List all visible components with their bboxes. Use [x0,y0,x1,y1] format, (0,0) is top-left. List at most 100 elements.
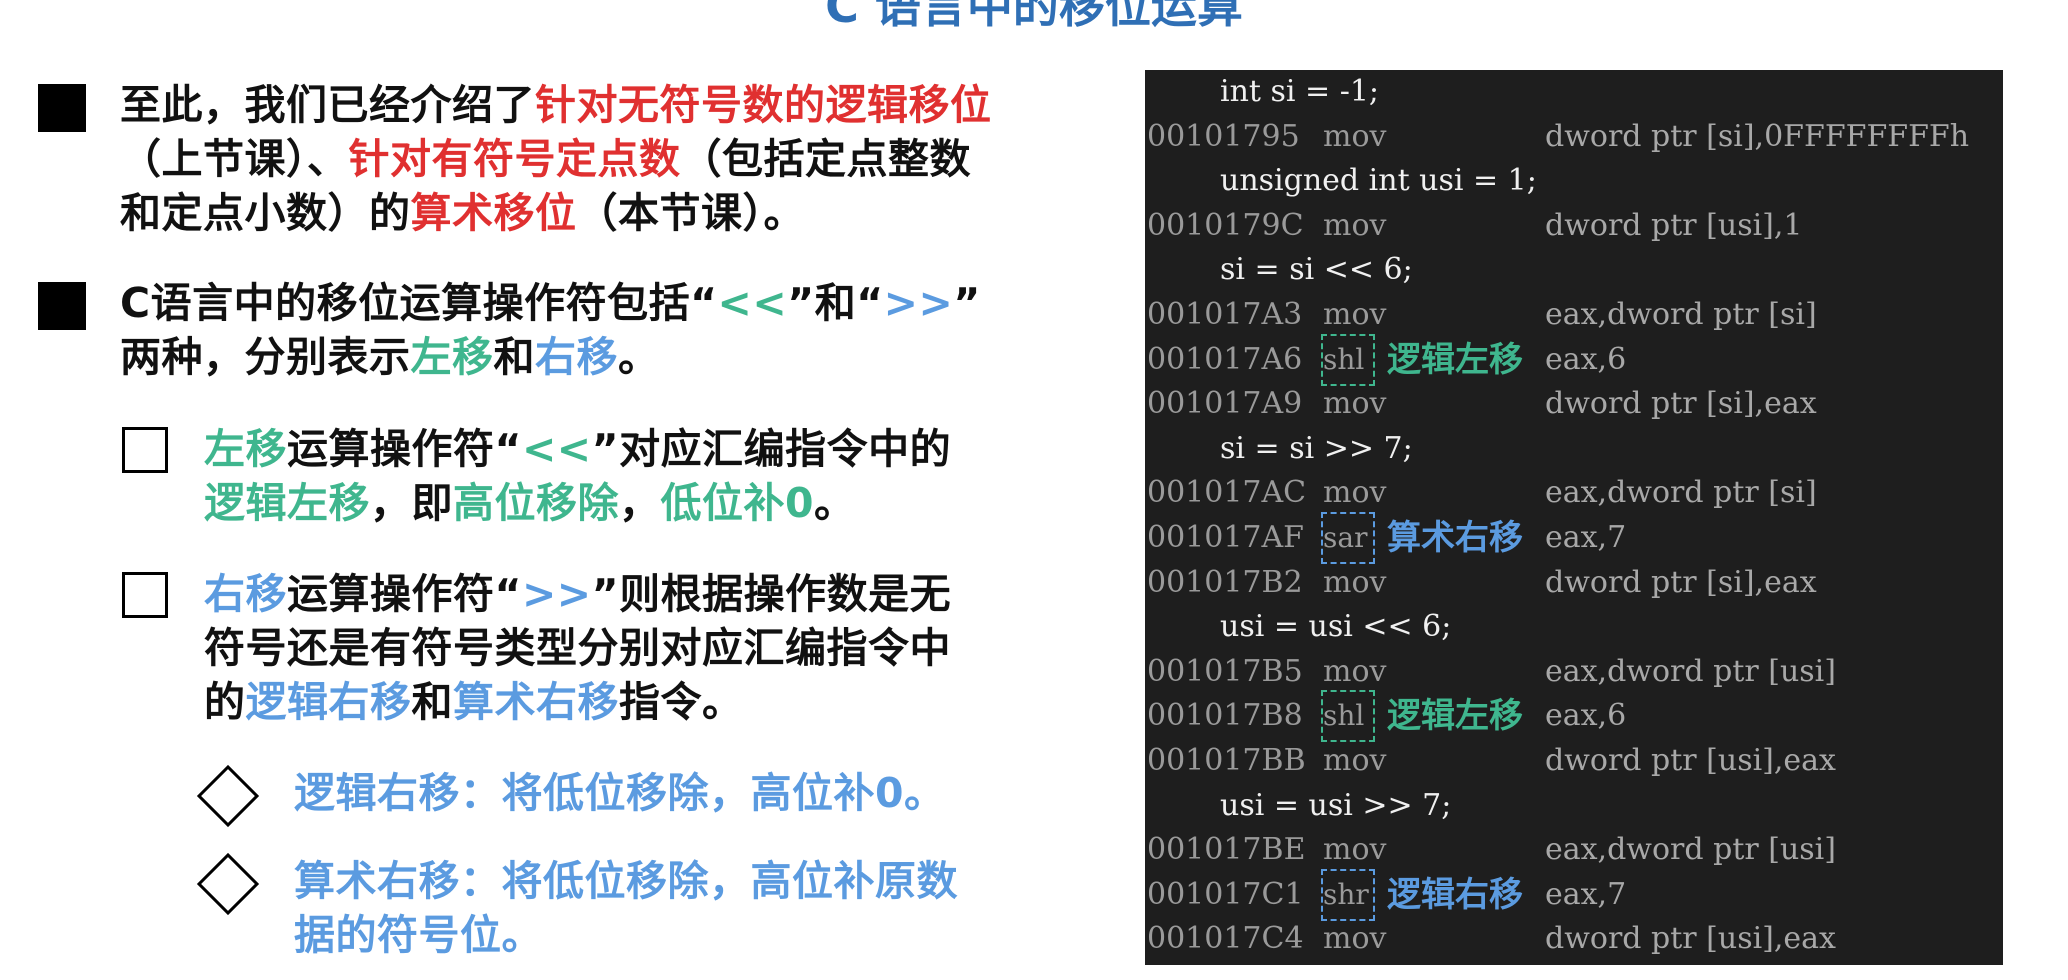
asm-address: 00101795 [1147,118,1300,154]
square-bullet-icon [38,282,86,330]
p4-text-j: 指令。 [619,678,744,726]
p3-low-fill: 低位补0 [660,479,815,527]
asm-opcode: mov [1323,653,1387,689]
diamond-bullet-icon [196,764,260,828]
p2-op-left: << [717,279,788,327]
asm-operands: dword ptr [usi],1 [1545,207,1803,243]
p2-text-f: 两种，分别表示 [120,333,411,381]
p3-text-f: ，即 [370,479,453,527]
asm-operands: eax,dword ptr [si] [1545,297,1817,332]
asm-operands: dword ptr [si],eax [1545,564,1817,600]
asm-address: 001017B8 [1147,698,1303,734]
asm-opcode: mov [1323,297,1387,332]
p3-left-shift: 左移 [204,425,287,473]
asm-opcode: mov [1323,118,1387,154]
asm-address: 001017A3 [1147,297,1303,332]
p6-text-b: 据的符号位。 [294,911,543,959]
shift-type-label: 逻辑左移 [1387,339,1523,380]
source-text: si = si << 6; [1220,252,1413,288]
p4-right-shift: 右移 [204,570,287,618]
p4-text-e: 符号还是有符号类型分别对应汇编指令中 [204,624,951,672]
asm-line: 0010179C mov dword ptr [usi],1 [1145,204,2003,248]
p3-logical-left: 逻辑左移 [204,479,370,527]
asm-operands: eax,dword ptr [usi] [1545,832,1836,868]
p2-left-shift: 左移 [410,333,494,381]
diamond-bullet-icon [196,852,260,916]
square-bullet-icon [38,84,86,132]
p3-text-j: 。 [814,479,856,527]
asm-address: 0010179C [1147,207,1304,243]
source-text: usi = usi >> 7; [1220,787,1452,823]
p1-text-e: （包括定点整数 [680,135,971,183]
p2-text-h: 和 [493,333,535,381]
opcode-highlight-box [1321,333,1375,386]
asm-line: 001017B2 mov dword ptr [si],eax [1145,561,2003,605]
asm-line: 00101795 mov dword ptr [si],0FFFFFFFFh [1145,115,2003,159]
checkbox-icon [122,427,168,473]
disassembly-panel: int si = -1; 00101795 mov dword ptr [si],0F… [1145,70,2003,965]
p4-logical-right: 逻辑右移 [245,678,412,726]
asm-operands: dword ptr [si],0FFFFFFFFh [1545,118,1970,154]
p3-text-d: ”对应汇编指令中的 [591,425,952,473]
p3-high-remove: 高位移除 [453,479,619,527]
asm-address: 001017C4 [1147,921,1304,957]
shift-type-label: 逻辑右移 [1387,874,1523,915]
asm-operands: eax,dword ptr [usi] [1545,653,1836,689]
asm-operands: eax,7 [1545,876,1627,912]
paragraph-3: 左移运算操作符“<<”对应汇编指令中的 逻辑左移，即高位移除，低位补0。 [204,422,1084,530]
asm-operands: dword ptr [si],eax [1545,386,1817,422]
paragraph-4: 右移运算操作符“>>”则根据操作数是无 符号还是有符号类型分别对应汇编指令中 的… [204,567,1084,729]
asm-opcode: mov [1323,475,1387,511]
asm-line: 001017AF sar 算术右移 eax,7 [1145,512,2003,564]
p2-text-a: C语言中的移位运算操作符包括“ [120,279,718,327]
asm-address: 001017B5 [1147,653,1303,689]
asm-line: 001017BE mov eax,dword ptr [usi] [1145,828,2003,872]
asm-address: 001017BB [1147,743,1306,778]
asm-line: 001017C1 shr 逻辑右移 eax,7 [1145,868,2003,921]
p1-highlight-unsigned: 针对无符号数的逻辑移位 [535,81,992,129]
p3-op: << [521,425,592,473]
asm-line: 001017B5 mov eax,dword ptr [usi] [1145,650,2003,694]
p1-text-a: 至此，我们已经介绍了 [120,81,535,129]
asm-operands: eax,dword ptr [si] [1545,475,1817,511]
left-content: 至此，我们已经介绍了针对无符号数的逻辑移位 （上节课）、针对有符号定点数（包括定… [0,0,1100,980]
source-line: usi = usi << 6; [1145,605,2003,649]
asm-opcode: mov [1323,386,1387,422]
p4-text-b: 运算操作符“ [287,570,522,618]
p1-text-c: （上节课）、 [120,135,349,183]
asm-operands: eax,6 [1545,341,1627,377]
asm-address: 001017AF [1147,520,1305,555]
p6-text-a: 算术右移：将低位移除，高位补原数 [294,857,958,905]
asm-address: 001017A6 [1147,341,1303,377]
asm-address: 001017AC [1147,475,1307,511]
asm-opcode: mov [1323,207,1387,243]
paragraph-2: C语言中的移位运算操作符包括“<<”和“>>” 两种，分别表示左移和右移。 [120,276,1080,384]
source-text: si = si >> 7; [1220,430,1413,466]
p1-highlight-arith: 算术移位 [410,189,577,237]
asm-line: 001017A6 shl 逻辑左移 eax,6 [1145,333,2003,386]
source-line: si = si >> 7; [1145,427,2003,471]
asm-address: 001017B2 [1147,564,1303,600]
paragraph-6: 算术右移：将低位移除，高位补原数 据的符号位。 [294,854,1094,962]
asm-operands: dword ptr [usi],eax [1545,743,1836,778]
source-text: usi = usi << 6; [1220,609,1452,645]
asm-operands: dword ptr [usi],eax [1545,921,1836,957]
source-text: int si = -1; [1220,74,1380,109]
paragraph-1: 至此，我们已经介绍了针对无符号数的逻辑移位 （上节课）、针对有符号定点数（包括定… [120,78,1080,240]
asm-operands: eax,6 [1545,698,1627,734]
paragraph-5: 逻辑右移：将低位移除，高位补0。 [294,769,946,817]
asm-opcode: mov [1323,921,1387,957]
asm-address: 001017A9 [1147,386,1303,422]
shift-type-label: 逻辑左移 [1387,696,1523,737]
source-line: usi = usi >> 7; [1145,784,2003,828]
asm-line: 001017A3 mov eax,dword ptr [si] [1145,293,2003,337]
p3-text-b: 运算操作符“ [287,425,522,473]
asm-address: 001017C1 [1147,876,1304,912]
asm-line: 001017AC mov eax,dword ptr [si] [1145,471,2003,515]
asm-operands: eax,7 [1545,520,1627,555]
source-text: unsigned int usi = 1; [1220,163,1537,199]
opcode-highlight-box [1321,512,1375,564]
source-line: int si = -1; [1145,70,2003,114]
asm-line: 001017B8 shl 逻辑左移 eax,6 [1145,690,2003,743]
asm-line: 001017A9 mov dword ptr [si],eax [1145,382,2003,426]
